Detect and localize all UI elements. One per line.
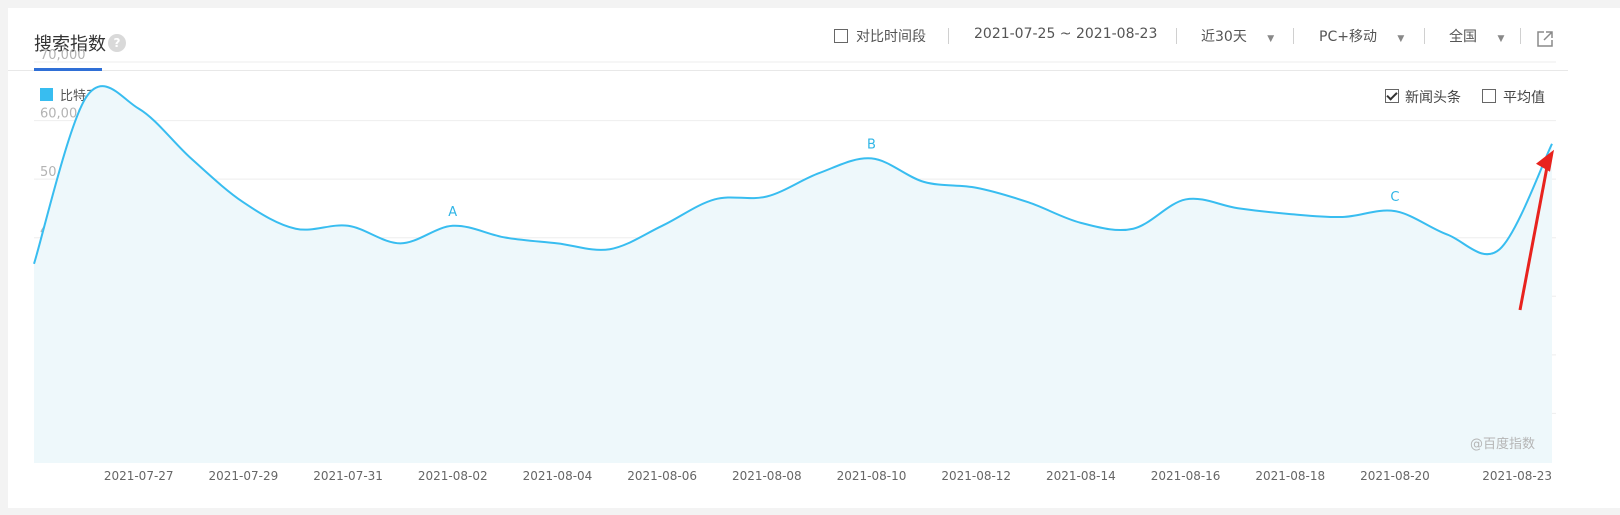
- x-tick-label: 2021-08-14: [1046, 469, 1116, 483]
- area-fill: [34, 86, 1552, 464]
- x-tick-label: 2021-08-20: [1360, 469, 1430, 483]
- line-chart: 10,00020,00030,00040,00050,00060,00070,0…: [33, 48, 1556, 483]
- x-tick-label: 2021-07-31: [313, 469, 383, 483]
- chart-panel: 搜索指数 ? 对比时间段 2021-07-25 ~ 2021-08-23 近30…: [8, 8, 1620, 508]
- x-tick-label: 2021-08-18: [1255, 469, 1325, 483]
- annotation-label: C: [1390, 190, 1399, 205]
- x-tick-label: 2021-08-12: [941, 469, 1011, 483]
- watermark: @百度指数: [1470, 437, 1536, 452]
- x-tick-label: 2021-08-10: [837, 469, 907, 483]
- x-tick-label: 2021-07-29: [209, 469, 279, 483]
- x-tick-label: 2021-08-04: [523, 469, 593, 483]
- x-tick-label: 2021-07-27: [104, 469, 174, 483]
- x-tick-label: 2021-08-02: [418, 469, 488, 483]
- x-tick-label: 2021-08-23: [1482, 469, 1552, 483]
- annotation-label: B: [867, 137, 876, 152]
- annotation-label: A: [448, 205, 457, 220]
- x-tick-label: 2021-08-16: [1151, 469, 1221, 483]
- x-tick-label: 2021-08-06: [627, 469, 697, 483]
- x-tick-label: 2021-08-08: [732, 469, 802, 483]
- y-tick-label: 70,000: [40, 48, 86, 63]
